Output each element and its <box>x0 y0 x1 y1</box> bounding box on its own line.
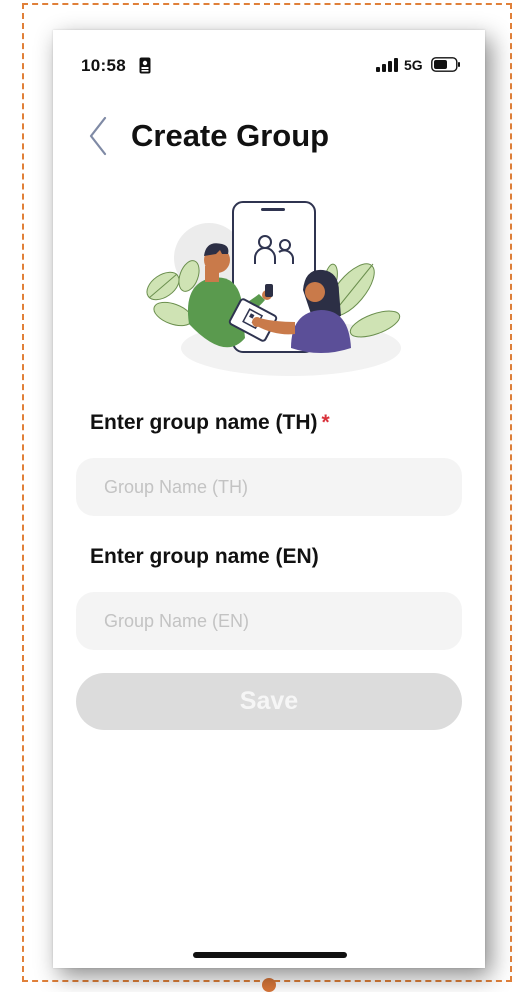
save-button[interactable]: Save <box>76 673 462 730</box>
id-card-icon <box>139 57 151 74</box>
page-title: Create Group <box>131 118 330 153</box>
group-name-en-label: Enter group name (EN) <box>90 545 319 568</box>
home-indicator <box>193 952 347 958</box>
back-button[interactable] <box>83 114 119 158</box>
status-time: 10:58 <box>81 56 126 75</box>
network-label: 5G <box>404 57 423 73</box>
two-people-sharing-qr-code-illustration <box>146 201 401 376</box>
required-mark: * <box>321 411 330 434</box>
status-bar: 10:58 5G <box>53 30 485 94</box>
group-name-th-label: Enter group name (TH) * <box>90 411 330 435</box>
chevron-left-icon <box>89 116 107 156</box>
phone-screen: 10:58 5G Create Group Enter group name (… <box>53 30 485 968</box>
group-name-en-input[interactable] <box>76 592 462 650</box>
signal-bars-icon <box>376 58 398 72</box>
group-name-th-label-text: Enter group name (TH) <box>90 411 318 434</box>
battery-icon <box>431 57 460 72</box>
group-name-th-input[interactable] <box>76 458 462 516</box>
resize-handle[interactable] <box>262 978 276 992</box>
